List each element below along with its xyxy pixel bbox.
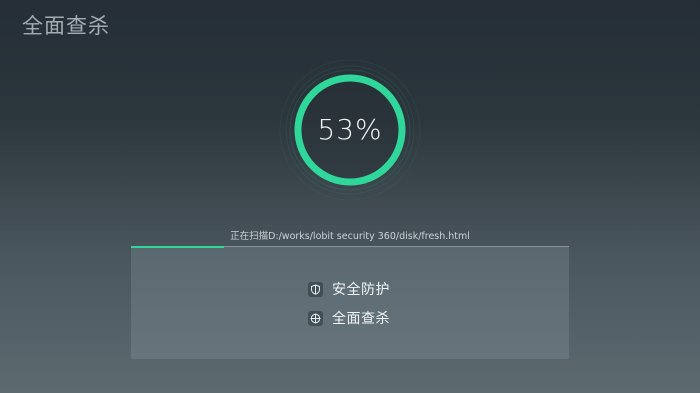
menu-item-label: 全面查杀 [332, 311, 390, 327]
scan-progress-bar [131, 246, 224, 248]
shield-icon [308, 281, 323, 297]
progress-percent-text: 53% [317, 113, 383, 146]
menu-item-protection[interactable]: 安全防护 [308, 279, 428, 299]
menu-item-full-scan[interactable]: 全面查杀 [308, 308, 428, 328]
menu-item-label: 安全防护 [332, 282, 390, 298]
scan-menu: 安全防护 全面查杀 [308, 279, 428, 337]
window-title: 全面查杀 [22, 14, 110, 38]
crosshair-icon [308, 310, 323, 326]
scan-progress-ring: 53% [265, 60, 435, 200]
current-scan-file: 正在扫描D:/works/lobit security 360/disk/fre… [230, 231, 470, 242]
scan-panel: 安全防护 全面查杀 [131, 246, 569, 359]
